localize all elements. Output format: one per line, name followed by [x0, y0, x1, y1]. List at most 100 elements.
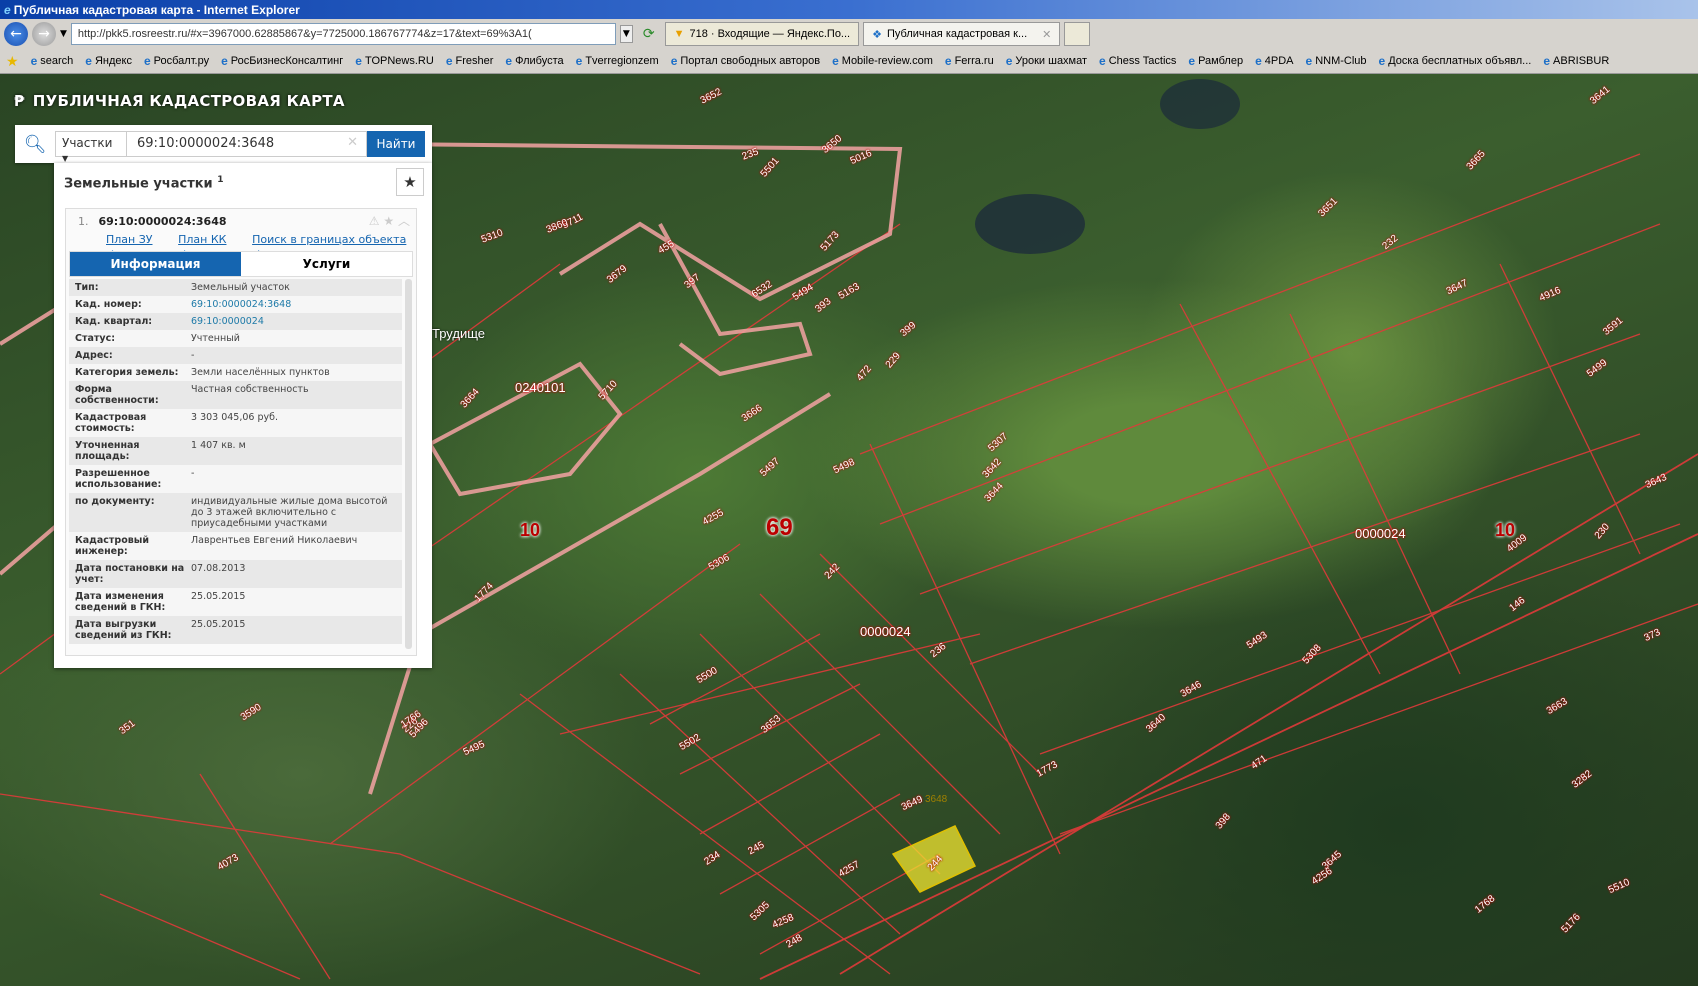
favorite-item[interactable]: e РосБизнесКонсалтинг — [221, 54, 343, 68]
info-key: Кад. квартал: — [75, 316, 153, 327]
favorite-label: Флибуста — [515, 55, 564, 67]
favorite-page-icon: e — [30, 54, 38, 68]
favorite-item[interactable]: e Уроки шахмат — [1006, 54, 1087, 68]
star-icon[interactable]: ★ — [383, 214, 394, 228]
favorite-item[interactable]: e NNM-Club — [1306, 54, 1367, 68]
favorite-item[interactable]: e search — [31, 54, 74, 68]
window-title: Публичная кадастровая карта - Internet E… — [13, 2, 300, 17]
favorite-item[interactable]: e Доска бесплатных объявл... — [1379, 54, 1532, 68]
favorite-label: Уроки шахмат — [1015, 55, 1088, 67]
info-value: - — [191, 468, 195, 479]
history-dropdown-icon[interactable]: ▼ — [60, 29, 67, 39]
favorite-item[interactable]: e ABRISBUR — [1543, 54, 1609, 68]
favorite-item[interactable]: e 4PDA — [1255, 54, 1293, 68]
favorite-page-icon: e — [355, 54, 362, 68]
favorite-label: Fresher — [455, 55, 494, 67]
map-district-label: 10 — [520, 520, 541, 540]
favorite-page-icon: e — [221, 54, 228, 68]
results-panel: Земельные участки 1 ★ 1. 69:10:0000024:36… — [54, 163, 432, 668]
favorite-item[interactable]: e TOPNews.RU — [355, 54, 434, 68]
warning-icon[interactable]: ⚠ — [369, 214, 380, 228]
search-type-select[interactable]: Участки ▼ — [55, 131, 127, 163]
favorites-bar: ★ e search e Яндекс e Росбалт.ру e РосБизнесКон… — [0, 49, 1698, 74]
forward-button[interactable]: → — [32, 22, 56, 46]
close-tab-icon[interactable]: ✕ — [1042, 28, 1051, 41]
find-button[interactable]: Найти — [367, 131, 425, 157]
tab-cadastral[interactable]: ❖ Публичная кадастровая к... ✕ — [863, 22, 1061, 46]
search-input[interactable]: 69:10:0000024:3648 ✕ — [127, 131, 367, 157]
info-row: Кадастровая стоимость: 3 303 045,06 руб. — [69, 409, 402, 437]
scrollbar[interactable] — [405, 279, 412, 649]
address-input[interactable]: http://pkk5.rosreestr.ru/#x=3967000.6288… — [70, 23, 616, 45]
tab-information[interactable]: Информация — [70, 252, 241, 276]
favorite-label: Доска бесплатных объявл... — [1388, 55, 1532, 67]
chevron-up-icon[interactable]: ︿ — [398, 214, 410, 228]
info-key: Статус: — [75, 333, 116, 344]
info-value: 3 303 045,06 руб. — [191, 412, 279, 423]
favorite-page-icon: e — [1378, 54, 1386, 68]
favorite-page-icon: e — [1305, 54, 1313, 68]
info-row: Дата постановки на учет: 07.08.2013 — [69, 560, 402, 588]
info-row: Кад. квартал: 69:10:0000024 — [69, 313, 402, 330]
favorite-item[interactable]: e Рамблер — [1188, 54, 1243, 68]
favorite-label: search — [40, 55, 74, 67]
info-row: Разрешенное использование: - — [69, 465, 402, 493]
favorite-item[interactable]: e Chess Tactics — [1099, 54, 1176, 68]
map-canvas[interactable]: ₱ ПУБЛИЧНАЯ КАДАСТРОВАЯ КАРТА 69 10 10 00… — [0, 74, 1698, 986]
address-dropdown-icon[interactable]: ▼ — [619, 25, 633, 43]
result-index: 1. — [78, 215, 89, 228]
map-quarter-label: 0000024 — [1355, 526, 1406, 541]
map-district-label: 10 — [1495, 520, 1516, 540]
favorite-page-icon: e — [1255, 54, 1262, 68]
tab-services[interactable]: Услуги — [241, 252, 412, 276]
favorite-item[interactable]: e Росбалт.ру — [144, 54, 209, 68]
back-button[interactable]: ← — [4, 22, 28, 46]
favorite-page-icon: e — [1099, 54, 1106, 68]
info-key: Разрешенное использование: — [75, 468, 162, 490]
page-icon: ❖ — [872, 28, 882, 41]
info-value[interactable]: 69:10:0000024:3648 — [191, 299, 396, 310]
clear-icon[interactable]: ✕ — [347, 135, 358, 150]
map-quarter-label: 0240101 — [515, 380, 566, 395]
favorite-item[interactable]: e Ferra.ru — [945, 54, 994, 68]
favorite-label: TOPNews.RU — [364, 55, 434, 67]
favorite-label: Портал свободных авторов — [680, 55, 821, 67]
info-value: Частная собственность — [191, 384, 309, 395]
info-key: Уточненная площадь: — [75, 440, 140, 462]
favorite-page-icon: e — [1005, 54, 1013, 68]
result-number: 69:10:0000024:3648 — [98, 215, 227, 228]
favorite-button[interactable]: ★ — [396, 168, 424, 196]
info-key: Кад. номер: — [75, 299, 142, 310]
card-actions: ⚠ ★ ︿ — [369, 212, 410, 229]
info-row: по документу: индивидуальные жилые дома в… — [69, 493, 402, 532]
refresh-icon[interactable]: ⟳ — [637, 26, 661, 42]
info-value[interactable]: 69:10:0000024 — [191, 316, 396, 327]
info-key: Дата выгрузки сведений из ГКН: — [75, 619, 172, 641]
favorite-item[interactable]: e Яндекс — [85, 54, 132, 68]
results-title-text: Земельные участки — [64, 176, 213, 192]
info-row: Адрес: - — [69, 347, 402, 364]
info-value: Земельный участок — [191, 282, 290, 293]
favorite-item[interactable]: e Mobile-review.com — [832, 54, 933, 68]
favorite-label: NNM-Club — [1315, 55, 1367, 67]
window-titlebar: e Публичная кадастровая карта - Internet … — [0, 0, 1698, 19]
info-value: индивидуальные жилые дома высотой до 3 э… — [191, 496, 388, 529]
results-count: 1 — [217, 175, 224, 185]
favorite-page-icon: e — [832, 54, 839, 68]
favorite-item[interactable]: e Tverregionzem — [576, 54, 659, 68]
favorite-page-icon: e — [505, 54, 513, 68]
info-row: Форма собственности: Частная собственност… — [69, 381, 402, 409]
info-value: - — [191, 350, 195, 361]
new-tab-button[interactable] — [1064, 22, 1091, 46]
favorite-item[interactable]: e Fresher — [446, 54, 494, 68]
favorite-page-icon: e — [670, 54, 678, 68]
info-key: Дата изменения сведений в ГКН: — [75, 591, 166, 613]
favorites-star-icon[interactable]: ★ — [6, 53, 19, 70]
info-key: по документу: — [75, 496, 155, 507]
favorite-item[interactable]: e Портал свободных авторов — [671, 54, 820, 68]
tab-mail[interactable]: ▼ 718 · Входящие — Яндекс.По... — [664, 22, 860, 46]
search-icon[interactable]: 🔍︎ — [15, 134, 55, 155]
info-row: Кадастровый инженер: Лаврентьев Евгений Н… — [69, 532, 402, 560]
select-value: Участки — [62, 136, 113, 150]
favorite-item[interactable]: e Флибуста — [505, 54, 563, 68]
